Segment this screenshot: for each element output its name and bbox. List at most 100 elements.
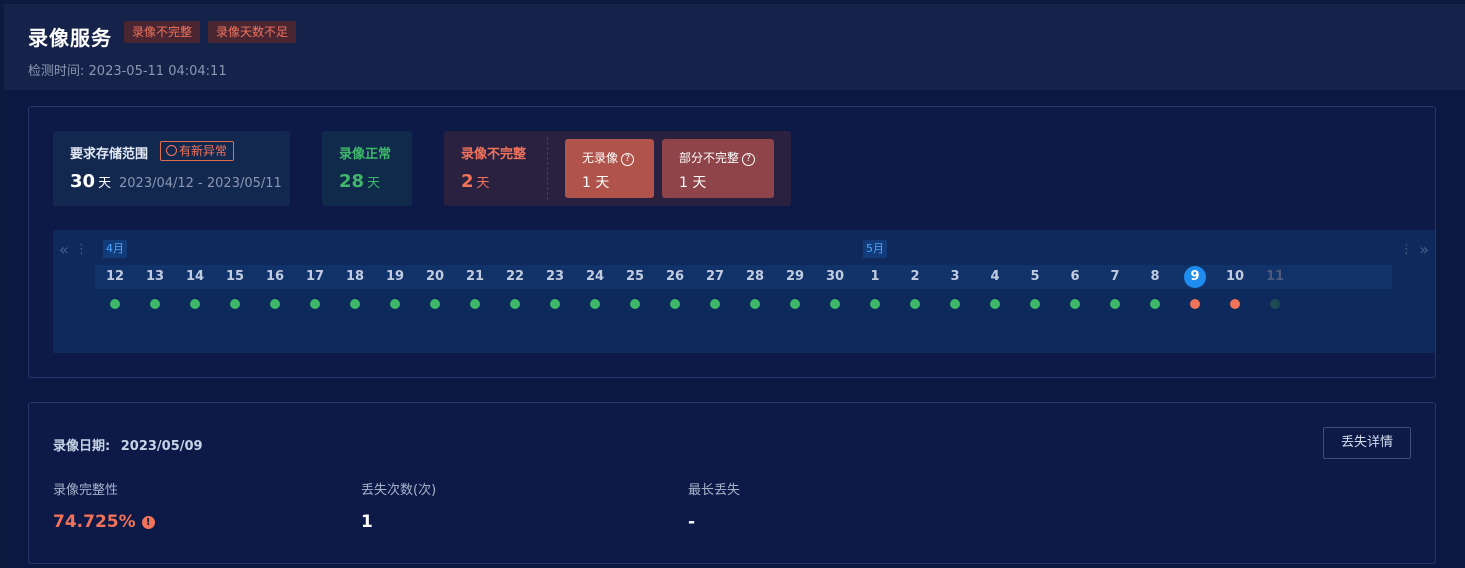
day-16[interactable]: 16: [255, 265, 295, 289]
status-dot-ok[interactable]: [190, 299, 200, 309]
status-dot-ok[interactable]: [510, 299, 520, 309]
status-dot-ok[interactable]: [430, 299, 440, 309]
day-1[interactable]: 1: [855, 265, 895, 289]
day-number: 27: [705, 269, 725, 284]
day-15[interactable]: 15: [215, 265, 255, 289]
help-icon[interactable]: ?: [742, 153, 756, 166]
day-17[interactable]: 17: [295, 265, 335, 289]
loss-details-button[interactable]: 丢失详情: [1323, 427, 1411, 459]
day-12[interactable]: 12: [95, 265, 135, 289]
status-dot-ok[interactable]: [1030, 299, 1040, 309]
card-divider: [547, 137, 548, 200]
day-5[interactable]: 5: [1015, 265, 1055, 289]
day-number: 28: [745, 269, 765, 284]
day-number: 4: [990, 269, 1000, 284]
status-dot-ok[interactable]: [590, 299, 600, 309]
normal-card[interactable]: 录像正常 28 天: [322, 131, 412, 206]
drag-handle-right-icon[interactable]: ⋮: [1400, 242, 1413, 257]
status-dot-ok[interactable]: [350, 299, 360, 309]
day-10[interactable]: 10: [1215, 265, 1255, 289]
partial-value: 1 天: [679, 175, 707, 191]
summary-panel: 要求存储范围 有新异常 30 天 2023/04/12 - 2023/05/11 …: [28, 106, 1436, 378]
normal-days: 28 天: [339, 171, 380, 192]
day-number: 22: [505, 269, 525, 284]
status-dot-ok[interactable]: [550, 299, 560, 309]
day-18[interactable]: 18: [335, 265, 375, 289]
no-recording-label: 无录像: [582, 151, 619, 165]
day-number: 6: [1070, 269, 1080, 284]
day-2[interactable]: 2: [895, 265, 935, 289]
status-dot-ok[interactable]: [870, 299, 880, 309]
status-dot-ok[interactable]: [390, 299, 400, 309]
day-7[interactable]: 7: [1095, 265, 1135, 289]
status-dot-ok[interactable]: [1150, 299, 1160, 309]
status-dot-ok[interactable]: [1070, 299, 1080, 309]
day-20[interactable]: 20: [415, 265, 455, 289]
day-number: 11: [1265, 269, 1285, 284]
day-25[interactable]: 25: [615, 265, 655, 289]
day-4[interactable]: 4: [975, 265, 1015, 289]
status-dot-ok[interactable]: [310, 299, 320, 309]
month-label: 5月: [863, 240, 887, 258]
day-9[interactable]: 9: [1175, 265, 1215, 289]
day-24[interactable]: 24: [575, 265, 615, 289]
day-number: 26: [665, 269, 685, 284]
status-dot-ok[interactable]: [1110, 299, 1120, 309]
incomplete-card: 录像不完整 2天 无录像? 1 天 部分不完整? 1 天: [444, 131, 791, 206]
day-19[interactable]: 19: [375, 265, 415, 289]
day-14[interactable]: 14: [175, 265, 215, 289]
status-dot-ok[interactable]: [950, 299, 960, 309]
day-6[interactable]: 6: [1055, 265, 1095, 289]
day-13[interactable]: 13: [135, 265, 175, 289]
day-11[interactable]: 11: [1255, 265, 1295, 289]
day-number: 8: [1150, 269, 1160, 284]
warning-icon[interactable]: !: [141, 516, 155, 529]
day-26[interactable]: 26: [655, 265, 695, 289]
status-dot-ok[interactable]: [150, 299, 160, 309]
day-22[interactable]: 22: [495, 265, 535, 289]
no-recording-card[interactable]: 无录像? 1 天: [565, 139, 654, 198]
new-anomaly-text: 有新异常: [179, 144, 228, 158]
day-21[interactable]: 21: [455, 265, 495, 289]
status-dot-ok[interactable]: [830, 299, 840, 309]
day-3[interactable]: 3: [935, 265, 975, 289]
day-29[interactable]: 29: [775, 265, 815, 289]
no-recording-label-row: 无录像?: [582, 149, 635, 166]
day-27[interactable]: 27: [695, 265, 735, 289]
storage-range-card: 要求存储范围 有新异常 30 天 2023/04/12 - 2023/05/11: [53, 131, 290, 206]
page-header: 录像服务 录像不完整 录像天数不足 检测时间: 2023-05-11 04:04…: [4, 4, 1465, 90]
status-dot-ok[interactable]: [910, 299, 920, 309]
status-dot-ok[interactable]: [110, 299, 120, 309]
status-dot-ok[interactable]: [670, 299, 680, 309]
day-number: 30: [825, 269, 845, 284]
storage-range-label: 要求存储范围: [70, 147, 149, 162]
status-dot-future[interactable]: [1270, 299, 1280, 309]
status-dot-ok[interactable]: [230, 299, 240, 309]
status-dot-bad[interactable]: [1190, 299, 1200, 309]
day-number: 29: [785, 269, 805, 284]
day-23[interactable]: 23: [535, 265, 575, 289]
drag-handle-left-icon[interactable]: ⋮: [75, 242, 88, 257]
status-dot-ok[interactable]: [790, 299, 800, 309]
status-dot-ok[interactable]: [270, 299, 280, 309]
status-dot-ok[interactable]: [470, 299, 480, 309]
scroll-right-icon[interactable]: »: [1419, 240, 1429, 259]
day-30[interactable]: 30: [815, 265, 855, 289]
partial-incomplete-card[interactable]: 部分不完整? 1 天: [662, 139, 774, 198]
status-dot-ok[interactable]: [990, 299, 1000, 309]
status-dot-ok[interactable]: [710, 299, 720, 309]
new-anomaly-badge[interactable]: 有新异常: [160, 141, 235, 161]
status-dot-ok[interactable]: [630, 299, 640, 309]
status-dot-ok[interactable]: [750, 299, 760, 309]
status-dot-bad[interactable]: [1230, 299, 1240, 309]
check-time-label: 检测时间:: [28, 64, 85, 79]
integrity-label: 录像完整性: [53, 483, 119, 498]
day-number: 19: [385, 269, 405, 284]
day-28[interactable]: 28: [735, 265, 775, 289]
help-icon[interactable]: ?: [621, 153, 635, 166]
storage-date-range: 2023/04/12 - 2023/05/11: [119, 176, 282, 191]
day-8[interactable]: 8: [1135, 265, 1175, 289]
day-number: 18: [345, 269, 365, 284]
scroll-left-icon[interactable]: «: [59, 240, 69, 259]
loss-count-value: 1: [361, 512, 373, 532]
